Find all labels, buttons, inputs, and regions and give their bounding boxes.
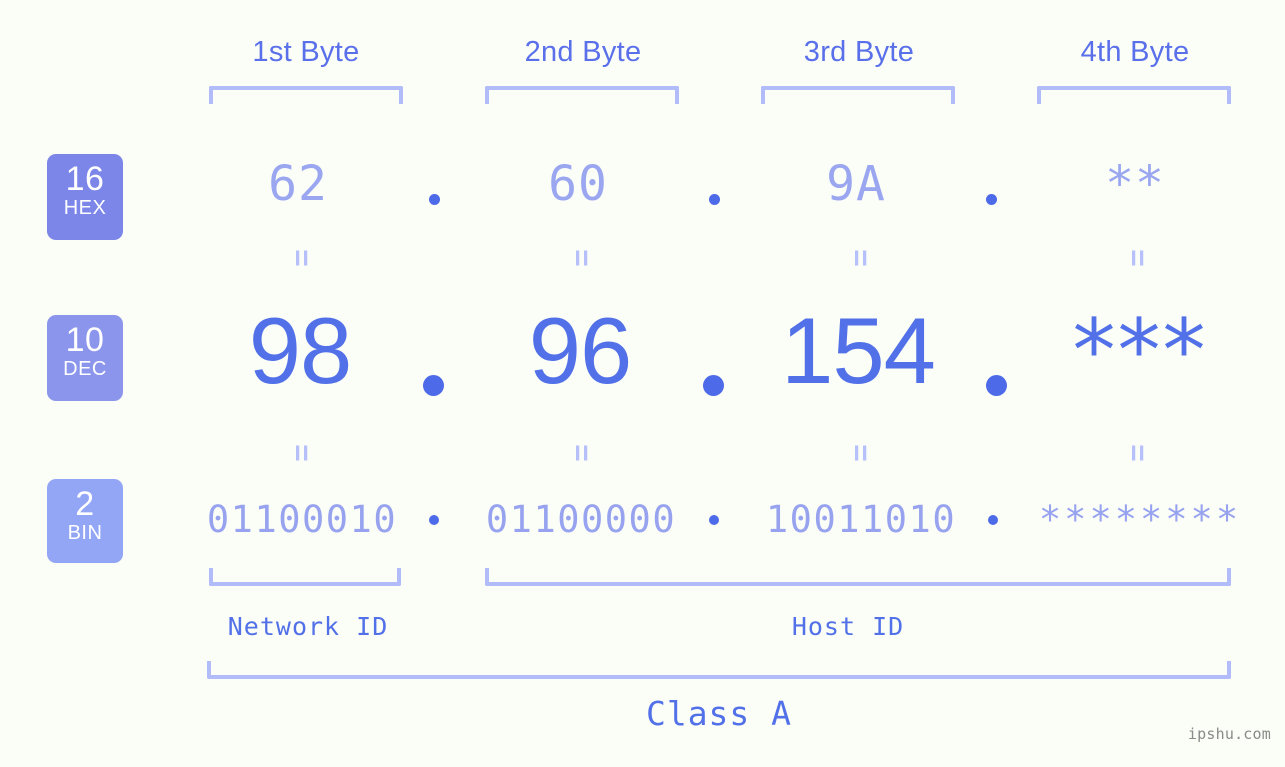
hex-byte-1: 62 xyxy=(268,156,328,212)
byte-bracket-4 xyxy=(1037,86,1231,104)
hex-byte-2: 60 xyxy=(548,156,608,212)
hex-byte-4: ** xyxy=(1105,156,1165,212)
equals-marker-dec-bin-4: = xyxy=(1121,444,1154,462)
bin-byte-3: 10011010 xyxy=(765,498,957,541)
base-badge-bin: 2 BIN xyxy=(47,479,123,563)
bin-separator-dot-1 xyxy=(429,515,439,525)
bin-byte-4: ******** xyxy=(1038,498,1242,541)
bin-separator-dot-3 xyxy=(988,515,998,525)
dec-byte-3: 154 xyxy=(781,298,936,403)
base-badge-dec-label: DEC xyxy=(63,358,107,380)
byte-header-3: 3rd Byte xyxy=(803,36,915,68)
dec-separator-dot-1 xyxy=(423,375,444,396)
base-badge-hex: 16 HEX xyxy=(47,154,123,240)
equals-marker-hex-dec-3: = xyxy=(844,249,877,267)
base-badge-hex-number: 16 xyxy=(65,160,105,198)
byte-header-4: 4th Byte xyxy=(1080,36,1190,68)
dec-byte-1: 98 xyxy=(248,298,353,403)
hex-separator-dot-1 xyxy=(429,194,440,205)
equals-marker-hex-dec-2: = xyxy=(565,249,598,267)
base-badge-bin-label: BIN xyxy=(67,522,103,544)
hex-byte-3: 9A xyxy=(826,156,886,212)
byte-bracket-2 xyxy=(485,86,679,104)
ip-address-breakdown-diagram: 1st Byte 2nd Byte 3rd Byte 4th Byte 16 H… xyxy=(0,0,1285,767)
byte-header-1: 1st Byte xyxy=(252,36,360,68)
byte-header-2: 2nd Byte xyxy=(524,36,642,68)
class-label: Class A xyxy=(645,694,793,733)
site-watermark: ipshu.com xyxy=(1187,725,1271,743)
host-id-bracket xyxy=(485,568,1231,586)
bin-byte-2: 01100000 xyxy=(485,498,677,541)
hex-separator-dot-2 xyxy=(709,194,720,205)
base-badge-bin-number: 2 xyxy=(75,485,95,523)
dec-separator-dot-2 xyxy=(703,375,724,396)
equals-marker-hex-dec-1: = xyxy=(285,249,318,267)
byte-bracket-3 xyxy=(761,86,955,104)
base-badge-dec: 10 DEC xyxy=(47,315,123,401)
network-id-bracket xyxy=(209,568,401,586)
equals-marker-dec-bin-2: = xyxy=(565,444,598,462)
bin-separator-dot-2 xyxy=(709,515,719,525)
dec-byte-4: *** xyxy=(1072,301,1208,401)
host-id-label: Host ID xyxy=(791,612,905,641)
byte-bracket-1 xyxy=(209,86,403,104)
class-bracket xyxy=(207,661,1231,679)
equals-marker-dec-bin-1: = xyxy=(285,444,318,462)
equals-marker-hex-dec-4: = xyxy=(1121,249,1154,267)
dec-byte-2: 96 xyxy=(528,298,633,403)
network-id-label: Network ID xyxy=(227,612,389,641)
equals-marker-dec-bin-3: = xyxy=(844,444,877,462)
bin-byte-1: 01100010 xyxy=(206,498,398,541)
hex-separator-dot-3 xyxy=(986,194,997,205)
base-badge-hex-label: HEX xyxy=(63,197,107,219)
base-badge-dec-number: 10 xyxy=(65,321,105,359)
dec-separator-dot-3 xyxy=(986,375,1007,396)
